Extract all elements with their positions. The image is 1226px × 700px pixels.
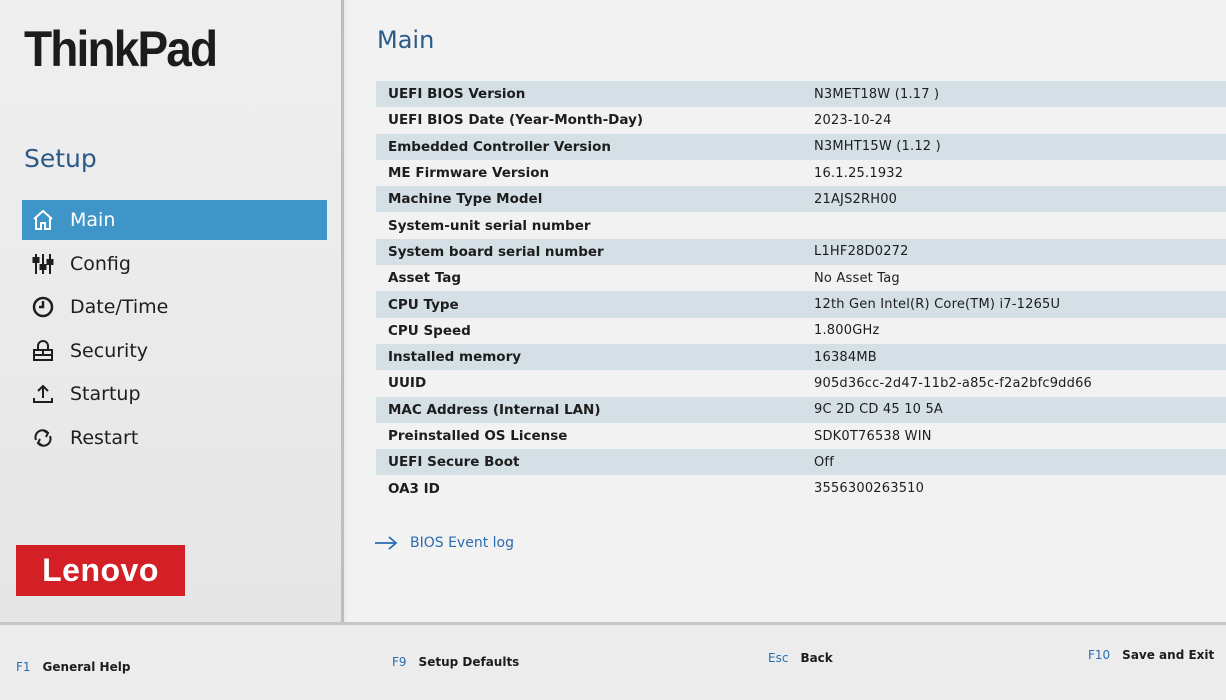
- table-row: Embedded Controller Version N3MHT15W (1.1…: [376, 133, 1226, 160]
- row-value: 21AJS2RH00: [814, 191, 898, 207]
- nav-item-label: Main: [70, 209, 116, 231]
- nav-item-restart[interactable]: Restart: [22, 418, 327, 458]
- table-row: UUID 905d36cc-2d47-11b2-a85c-f2a2bfc9dd66: [376, 370, 1226, 396]
- row-label: Asset Tag: [388, 270, 462, 287]
- row-label: Embedded Controller Version: [388, 138, 611, 155]
- row-label: CPU Speed: [388, 322, 471, 339]
- row-label: Installed memory: [388, 349, 522, 366]
- row-value: No Asset Tag: [814, 270, 900, 286]
- general-help-key[interactable]: F1 General Help: [16, 660, 130, 674]
- nav-item-label: Startup: [70, 383, 141, 405]
- table-row: Machine Type Model 21AJS2RH00: [376, 186, 1226, 213]
- table-row: ME Firmware Version 16.1.25.1932: [376, 160, 1226, 186]
- table-row: Installed memory 16384MB: [376, 343, 1226, 371]
- lock-icon: [28, 338, 58, 364]
- table-row: CPU Speed 1.800GHz: [376, 318, 1226, 344]
- row-label: Machine Type Model: [388, 191, 543, 208]
- row-value: N3MET18W (1.17 ): [814, 86, 940, 102]
- table-row: System board serial number L1HF28D0272: [376, 238, 1226, 266]
- row-value: L1HF28D0272: [814, 244, 909, 260]
- save-exit-label: Save and Exit: [1122, 648, 1215, 662]
- save-exit-key[interactable]: F10 Save and Exit: [1088, 648, 1214, 662]
- home-icon: [28, 207, 58, 233]
- row-value: Off: [814, 454, 834, 470]
- row-label: ME Firmware Version: [388, 165, 550, 182]
- row-value: 12th Gen Intel(R) Core(TM) i7-1265U: [814, 297, 1061, 313]
- row-label: UEFI BIOS Date (Year-Month-Day): [388, 112, 644, 129]
- nav-item-startup[interactable]: Startup: [22, 374, 327, 414]
- f10-key: F10: [1088, 648, 1111, 662]
- back-label: Back: [800, 651, 833, 665]
- row-label: MAC Address (Internal LAN): [388, 401, 601, 418]
- nav-item-security[interactable]: Security: [22, 331, 327, 371]
- lenovo-logo: Lenovo: [16, 545, 185, 596]
- row-value: 9C 2D CD 45 10 5A: [814, 402, 944, 418]
- row-label: OA3 ID: [388, 480, 440, 497]
- setup-title: Setup: [24, 144, 97, 173]
- f1-key: F1: [16, 660, 31, 674]
- nav-item-main[interactable]: Main: [22, 200, 327, 240]
- table-row[interactable]: UEFI Secure Boot Off: [376, 449, 1226, 476]
- nav-item-label: Security: [70, 339, 149, 362]
- page-title: Main: [377, 26, 435, 54]
- setup-defaults-label: Setup Defaults: [418, 655, 520, 669]
- clock-icon: [28, 294, 58, 320]
- row-label: Preinstalled OS License: [388, 428, 568, 444]
- row-label: System-unit serial number: [388, 217, 591, 234]
- table-row: OA3 ID 3556300263510: [376, 475, 1226, 501]
- info-table: UEFI BIOS Version N3MET18W (1.17 ) UEFI B…: [376, 81, 1226, 502]
- table-row: MAC Address (Internal LAN) 9C 2D CD 45 10…: [376, 396, 1226, 423]
- row-label: UEFI BIOS Version: [388, 86, 526, 103]
- back-key[interactable]: Esc Back: [768, 651, 833, 665]
- upload-icon: [28, 381, 58, 407]
- table-row: CPU Type 12th Gen Intel(R) Core(TM) i7-12…: [376, 291, 1226, 318]
- nav-item-date-time[interactable]: Date/Time: [22, 287, 327, 327]
- nav-item-config[interactable]: Config: [22, 244, 327, 284]
- thinkpad-logo: ThinkPad: [24, 21, 218, 77]
- f9-key: F9: [392, 655, 407, 669]
- setup-defaults-key[interactable]: F9 Setup Defaults: [392, 655, 519, 669]
- nav-item-label: Restart: [70, 426, 139, 449]
- table-row: Asset Tag No Asset Tag: [376, 265, 1226, 291]
- table-row: UEFI BIOS Date (Year-Month-Day) 2023-10-2…: [376, 107, 1226, 133]
- sliders-icon: [28, 251, 58, 277]
- esc-key: Esc: [768, 651, 789, 665]
- row-value: 2023-10-24: [814, 112, 892, 128]
- row-value: 16384MB: [814, 349, 877, 365]
- sidebar: ThinkPad Setup Main Config Date/Time Sec…: [0, 0, 344, 622]
- row-value: 905d36cc-2d47-11b2-a85c-f2a2bfc9dd66: [814, 375, 1093, 391]
- bios-event-log-label: BIOS Event log: [410, 535, 514, 551]
- row-label: System board serial number: [388, 243, 604, 260]
- table-row: System-unit serial number: [376, 212, 1226, 238]
- row-value: 16.1.25.1932: [814, 165, 904, 181]
- main-panel: Main UEFI BIOS Version N3MET18W (1.17 ) U…: [347, 0, 1226, 622]
- general-help-label: General Help: [42, 660, 131, 674]
- row-value: 1.800GHz: [814, 323, 880, 339]
- row-value: SDK0T76538 WIN: [814, 428, 932, 444]
- row-value: N3MHT15W (1.12 ): [814, 139, 941, 155]
- row-value: 3556300263510: [814, 481, 925, 497]
- restart-icon: [28, 425, 58, 451]
- bios-event-log-link[interactable]: BIOS Event log: [374, 535, 514, 551]
- arrow-right-icon: [375, 536, 398, 550]
- nav-menu: Main Config Date/Time Security Startup R…: [22, 200, 327, 461]
- footer-bar: F1 General Help F9 Setup Defaults Esc Ba…: [0, 622, 1226, 700]
- table-row: UEFI BIOS Version N3MET18W (1.17 ): [376, 81, 1226, 108]
- nav-item-label: Date/Time: [70, 296, 169, 318]
- row-label: UEFI Secure Boot: [388, 454, 520, 471]
- table-row: Preinstalled OS License SDK0T76538 WIN: [376, 423, 1226, 449]
- row-label: CPU Type: [388, 296, 459, 313]
- nav-item-label: Config: [70, 252, 131, 275]
- row-label: UUID: [388, 375, 427, 392]
